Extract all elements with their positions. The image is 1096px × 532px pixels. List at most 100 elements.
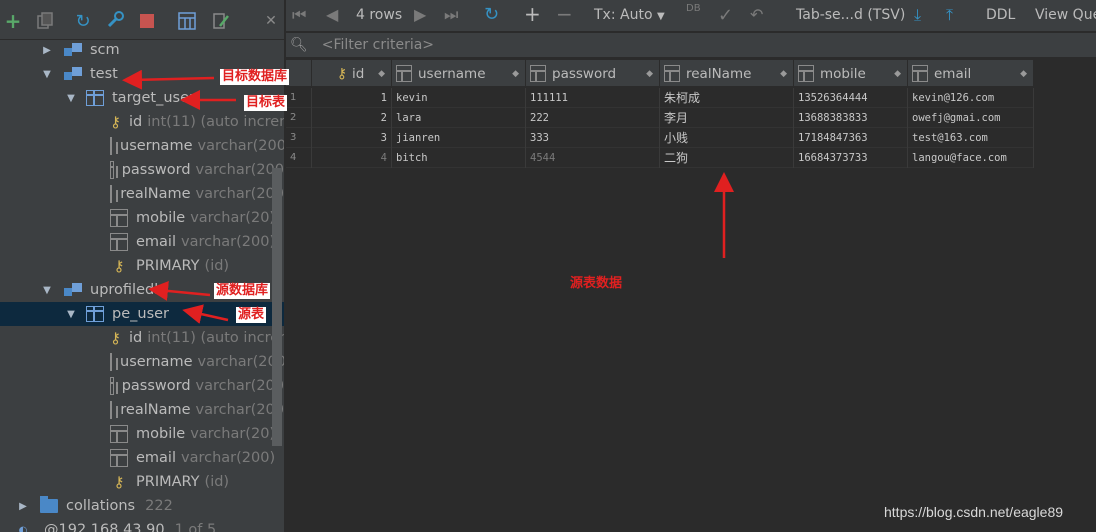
datasource-icon: ◐ <box>18 524 28 532</box>
sort-icon[interactable]: ◆ <box>646 69 653 79</box>
tree-node-column[interactable]: mobile varchar(20) <box>0 422 284 446</box>
tree-node-column[interactable]: ⚷ id int(11) (auto increm <box>0 326 284 350</box>
editor-toolbar: ⏮ ◀ 4 rows ▶ ⏭ ↻ + − Tx: Auto ▼ DB ✓ ↶ T… <box>286 0 1096 32</box>
sort-icon[interactable]: ◆ <box>512 69 519 79</box>
table-row[interactable]: 4 4 bitch 4544 二狗 16684373733 langou@fac… <box>286 148 1034 168</box>
cell-username[interactable]: kevin <box>392 88 526 108</box>
cell-email[interactable]: langou@face.com <box>908 148 1034 168</box>
cell-username[interactable]: jianren <box>392 128 526 148</box>
expand-arrow-icon[interactable]: ▶ <box>40 45 54 56</box>
column-header-username[interactable]: username ◆ <box>392 60 526 87</box>
cell-mobile[interactable]: 16684373733 <box>794 148 908 168</box>
collapse-arrow-icon[interactable]: ▼ <box>64 309 78 320</box>
expand-arrow-icon[interactable]: ▶ <box>16 501 30 512</box>
tree-node-column[interactable]: email varchar(200) <box>0 230 284 254</box>
ddl-button[interactable]: DDL <box>986 7 1015 23</box>
previous-page-icon[interactable]: ◀ <box>326 5 338 24</box>
copy-icon[interactable] <box>34 10 56 32</box>
cell-id[interactable]: 1 <box>312 88 392 108</box>
cell-mobile[interactable]: 17184847363 <box>794 128 908 148</box>
tree-node-column[interactable]: username varchar(200 <box>0 350 284 374</box>
table-row[interactable]: 1 1 kevin 111111 朱柯成 13526364444 kevin@1… <box>286 88 1034 108</box>
first-page-icon[interactable]: ⏮ <box>292 5 306 25</box>
filter-input[interactable]: <Filter criteria> <box>322 37 434 53</box>
collapse-arrow-icon[interactable]: ▼ <box>40 69 54 80</box>
sort-icon[interactable]: ◆ <box>378 69 385 79</box>
db-commit-icon[interactable]: DB <box>686 3 701 14</box>
cell-mobile[interactable]: 13688383833 <box>794 108 908 128</box>
annotation-target-db: 目标数据库 <box>220 69 290 85</box>
column-header-mobile[interactable]: mobile ◆ <box>794 60 908 87</box>
filter-bar[interactable]: 🔍︎ <Filter criteria> <box>286 33 1096 57</box>
refresh-icon[interactable]: ↻ <box>484 4 499 25</box>
cell-email[interactable]: owefj@gmai.com <box>908 108 1034 128</box>
transaction-mode-dropdown[interactable]: Tx: Auto ▼ <box>594 7 665 23</box>
cell-password[interactable]: 4544 <box>526 148 660 168</box>
index-columns: (id) <box>204 474 230 490</box>
tree-node-column[interactable]: realName varchar(200 <box>0 182 284 206</box>
cell-realname[interactable]: 小贱 <box>660 128 794 148</box>
column-icon <box>110 377 117 395</box>
view-query-button[interactable]: View Que <box>1035 7 1096 23</box>
cell-realname[interactable]: 二狗 <box>660 148 794 168</box>
column-header-email[interactable]: email ◆ <box>908 60 1034 87</box>
cell-realname[interactable]: 朱柯成 <box>660 88 794 108</box>
cell-password[interactable]: 111111 <box>526 88 660 108</box>
cell-email[interactable]: test@163.com <box>908 128 1034 148</box>
collapse-arrow-icon[interactable]: ▼ <box>40 285 54 296</box>
cell-realname[interactable]: 李月 <box>660 108 794 128</box>
cell-id[interactable]: 3 <box>312 128 392 148</box>
cell-password[interactable]: 333 <box>526 128 660 148</box>
delete-row-icon[interactable]: − <box>556 2 573 26</box>
tree-scrollbar[interactable] <box>272 168 282 446</box>
tree-node-collations[interactable]: ▶ collations 222 <box>0 494 284 518</box>
cell-password[interactable]: 222 <box>526 108 660 128</box>
tree-node-index[interactable]: ⚷ PRIMARY (id) <box>0 470 284 494</box>
tree-node-index[interactable]: ⚷ PRIMARY (id) <box>0 254 284 278</box>
cell-id[interactable]: 2 <box>312 108 392 128</box>
tree-node-column[interactable]: email varchar(200) <box>0 446 284 470</box>
close-icon[interactable]: ✕ <box>260 10 282 32</box>
tree-node-column[interactable]: ⚷ id int(11) (auto increm <box>0 110 284 134</box>
tree-node-column[interactable]: username varchar(200 <box>0 134 284 158</box>
sort-icon[interactable]: ◆ <box>894 69 901 79</box>
table-icon[interactable] <box>176 10 198 32</box>
export-format-selector[interactable]: Tab-se...d (TSV) <box>796 7 905 23</box>
tree-node-column[interactable]: password varchar(200 <box>0 374 284 398</box>
tree-node-host[interactable]: ◐ @192.168.43.90 1 of 5 <box>0 518 284 532</box>
submit-check-icon[interactable]: ✓ <box>718 5 733 26</box>
edit-icon[interactable] <box>210 10 232 32</box>
column-icon <box>530 65 546 82</box>
tree-node-column[interactable]: realName varchar(200 <box>0 398 284 422</box>
cell-username[interactable]: lara <box>392 108 526 128</box>
column-name: password <box>121 162 191 178</box>
table-row[interactable]: 2 2 lara 222 李月 13688383833 owefj@gmai.c… <box>286 108 1034 128</box>
download-icon[interactable]: ⤓ <box>914 5 921 25</box>
cell-email[interactable]: kevin@126.com <box>908 88 1034 108</box>
tree-node-column[interactable]: mobile varchar(20) <box>0 206 284 230</box>
tree-node-target-user[interactable]: ▼ target_user <box>0 86 284 110</box>
last-page-icon[interactable]: ⏭ <box>444 5 458 25</box>
tree-node-column[interactable]: password varchar(200 <box>0 158 284 182</box>
sort-icon[interactable]: ◆ <box>1020 69 1027 79</box>
sort-icon[interactable]: ◆ <box>780 69 787 79</box>
next-page-icon[interactable]: ▶ <box>414 5 426 24</box>
table-row[interactable]: 3 3 jianren 333 小贱 17184847363 test@163.… <box>286 128 1034 148</box>
tree-node-scm[interactable]: ▶ scm <box>0 38 284 62</box>
wrench-icon[interactable] <box>104 10 126 32</box>
column-type: varchar(200 <box>195 162 284 178</box>
column-header-password[interactable]: password ◆ <box>526 60 660 87</box>
column-header-realname[interactable]: realName ◆ <box>660 60 794 87</box>
revert-icon[interactable]: ↶ <box>750 5 763 24</box>
cell-mobile[interactable]: 13526364444 <box>794 88 908 108</box>
stop-icon[interactable] <box>136 10 158 32</box>
upload-icon[interactable]: ⤒ <box>946 5 953 25</box>
add-row-icon[interactable]: + <box>524 2 541 26</box>
collapse-arrow-icon[interactable]: ▼ <box>64 93 78 104</box>
refresh-icon[interactable]: ↻ <box>72 10 94 32</box>
cell-username[interactable]: bitch <box>392 148 526 168</box>
column-type: varchar(200 <box>195 402 284 418</box>
plus-icon[interactable]: + <box>2 9 24 33</box>
cell-id[interactable]: 4 <box>312 148 392 168</box>
column-header-id[interactable]: ⚷ id ◆ <box>312 60 392 87</box>
